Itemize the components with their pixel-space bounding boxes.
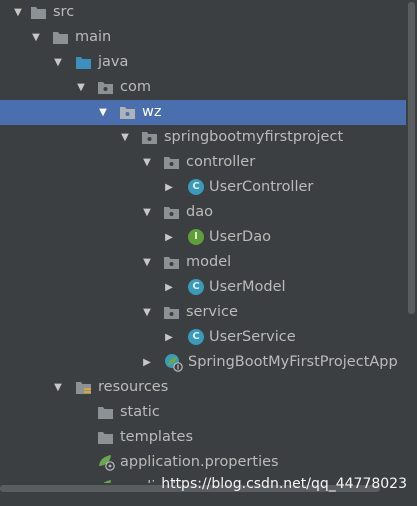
tree-node-label: UserModel [209, 279, 286, 295]
tree-node-src[interactable]: ▼ src [0, 0, 406, 25]
tree-node-static[interactable]: static [0, 400, 406, 425]
tree-node-label: java [98, 54, 129, 70]
expanded-arrow-icon[interactable]: ▼ [52, 50, 64, 75]
tree-node-label: com [120, 79, 151, 95]
folder-icon [53, 32, 68, 44]
package-icon [164, 257, 179, 269]
folder-icon [98, 432, 113, 444]
tree-node-springbootmyfirstproject[interactable]: ▼ springbootmyfirstproject [0, 125, 406, 150]
tree-node-wz[interactable]: ▼ wz [0, 100, 406, 125]
tree-node-label: main [75, 29, 112, 45]
package-icon [164, 307, 179, 319]
vertical-scrollbar-thumb[interactable] [408, 2, 415, 314]
tree-node-service[interactable]: ▼ service [0, 300, 406, 325]
package-icon [120, 107, 135, 119]
package-icon [164, 157, 179, 169]
folder-icon [98, 407, 113, 419]
tree-node-label: application.properties [120, 454, 279, 470]
source-folder-icon [76, 57, 91, 69]
tree-node-label: model [186, 254, 232, 270]
collapsed-arrow-icon[interactable]: ▶ [163, 175, 175, 200]
expanded-arrow-icon[interactable]: ▼ [141, 250, 153, 275]
expanded-arrow-icon[interactable]: ▼ [52, 375, 64, 400]
resources-folder-icon [76, 382, 91, 394]
tree-node-usermodel[interactable]: ▶ C UserModel [0, 275, 406, 300]
folder-icon [31, 7, 46, 19]
tree-node-label: springbootmyfirstproject [164, 129, 344, 145]
class-icon: C [188, 179, 204, 195]
tree-node-label: UserService [209, 329, 296, 345]
expanded-arrow-icon[interactable]: ▼ [12, 0, 24, 25]
package-icon [164, 207, 179, 219]
expanded-arrow-icon[interactable]: ▼ [30, 25, 42, 50]
tree-node-label: UserController [209, 179, 314, 195]
tree-node-label: wz [142, 104, 162, 120]
collapsed-arrow-icon[interactable]: ▶ [141, 350, 153, 375]
spring-properties-icon [99, 455, 115, 471]
tree-node-main[interactable]: ▼ main [0, 25, 406, 50]
tree-node-resources[interactable]: ▼ resources [0, 375, 406, 400]
tree-node-controller[interactable]: ▼ controller [0, 150, 406, 175]
package-icon [98, 82, 113, 94]
tree-node-label: static [120, 404, 160, 420]
tree-node-label: SpringBootMyFirstProjectApp [188, 354, 398, 370]
expanded-arrow-icon[interactable]: ▼ [141, 200, 153, 225]
tree-node-label: dao [186, 204, 213, 220]
expanded-arrow-icon[interactable]: ▼ [141, 300, 153, 325]
collapsed-arrow-icon[interactable]: ▶ [163, 325, 175, 350]
bottom-strip [0, 493, 417, 506]
tree-node-label: resources [98, 379, 169, 395]
expanded-arrow-icon[interactable]: ▼ [75, 75, 87, 100]
interface-icon: I [188, 229, 204, 245]
tree-node-label: templates [120, 429, 194, 445]
tree-node-springbootmyfirstprojectapp[interactable]: ▶ SpringBootMyFirstProjectApp [0, 350, 406, 375]
tree-node-dao[interactable]: ▼ dao [0, 200, 406, 225]
class-icon: C [188, 279, 204, 295]
tree-node-application-properties[interactable]: application.properties [0, 450, 406, 475]
package-icon [142, 132, 157, 144]
spring-boot-app-icon [165, 354, 183, 372]
tree-node-java[interactable]: ▼ java [0, 50, 406, 75]
project-tree[interactable]: ▼ src ▼ main ▼ java ▼ com ▼ wz ▼ springb… [0, 0, 406, 500]
expanded-arrow-icon[interactable]: ▼ [119, 125, 131, 150]
tree-node-model[interactable]: ▼ model [0, 250, 406, 275]
tree-node-label: service [186, 304, 238, 320]
tree-node-usercontroller[interactable]: ▶ C UserController [0, 175, 406, 200]
tree-node-label: UserDao [209, 229, 271, 245]
vertical-scrollbar[interactable] [406, 0, 417, 506]
tree-node-templates[interactable]: templates [0, 425, 406, 450]
tree-node-com[interactable]: ▼ com [0, 75, 406, 100]
class-icon: C [188, 329, 204, 345]
expanded-arrow-icon[interactable]: ▼ [97, 100, 109, 125]
tree-node-label: src [53, 4, 75, 20]
expanded-arrow-icon[interactable]: ▼ [141, 150, 153, 175]
collapsed-arrow-icon[interactable]: ▶ [163, 225, 175, 250]
tree-node-userservice[interactable]: ▶ C UserService [0, 325, 406, 350]
tree-node-userdao[interactable]: ▶ I UserDao [0, 225, 406, 250]
tree-node-label: controller [186, 154, 256, 170]
collapsed-arrow-icon[interactable]: ▶ [163, 275, 175, 300]
watermark-text: https://blog.csdn.net/qq_44778023 [161, 476, 407, 492]
